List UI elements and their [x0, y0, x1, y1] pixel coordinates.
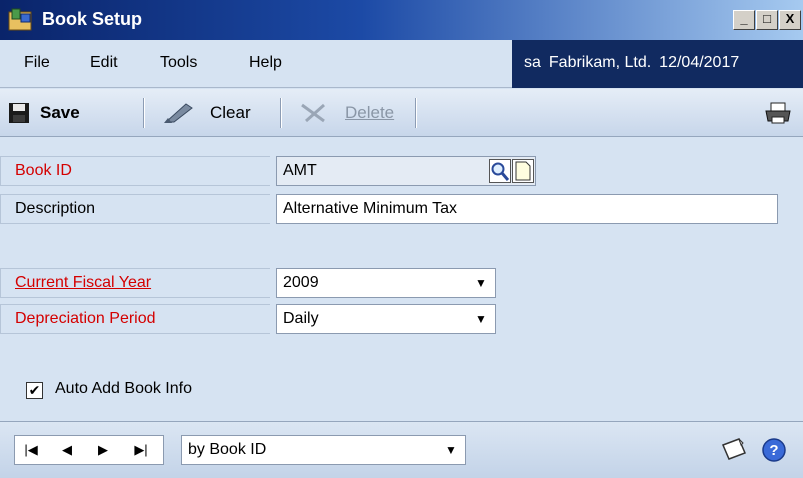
menu-edit[interactable]: Edit [90, 54, 118, 72]
previous-record-button[interactable]: ◀ [57, 442, 77, 458]
delete-icon[interactable] [296, 101, 332, 125]
maximize-button[interactable]: □ [756, 10, 778, 30]
first-record-button[interactable]: |◀ [21, 442, 41, 458]
title-bar[interactable]: Book Setup _ □ X [0, 0, 803, 40]
book-id-value: AMT [283, 162, 317, 179]
save-button[interactable]: Save [40, 103, 80, 123]
app-icon [8, 8, 32, 31]
lookup-button[interactable] [489, 159, 511, 183]
print-icon[interactable] [764, 101, 792, 125]
chevron-down-icon[interactable]: ▼ [470, 272, 492, 294]
delete-button[interactable]: Delete [345, 103, 394, 123]
auto-add-book-info-label[interactable]: Auto Add Book Info [55, 380, 192, 398]
new-document-icon [515, 161, 531, 181]
book-setup-window: Book Setup _ □ X File Edit Tools Help sa… [0, 0, 803, 478]
menu-tools[interactable]: Tools [160, 54, 197, 72]
close-button[interactable]: X [779, 10, 801, 30]
clear-button[interactable]: Clear [210, 103, 251, 123]
minimize-button[interactable]: _ [733, 10, 755, 30]
last-record-button[interactable]: ▶| [131, 442, 151, 458]
svg-text:?: ? [769, 442, 778, 459]
user-name: sa [524, 54, 541, 71]
magnifier-icon [491, 162, 510, 181]
menu-file[interactable]: File [24, 54, 50, 72]
user-info-panel[interactable]: sa Fabrikam, Ltd. 12/04/2017 [512, 40, 803, 88]
sort-order-select[interactable]: by Book ID ▼ [181, 435, 466, 465]
note-icon[interactable] [719, 437, 747, 463]
browse-bar: |◀ ◀ ▶ ▶| by Book ID ▼ ? [0, 421, 803, 478]
chevron-down-icon[interactable]: ▼ [470, 308, 492, 330]
new-book-button[interactable] [512, 159, 534, 183]
auto-add-book-info-checkbox[interactable]: ✔ [26, 382, 43, 399]
window-title: Book Setup [42, 9, 143, 29]
toolbar-divider [143, 98, 145, 128]
toolbar-divider [280, 98, 282, 128]
user-date: 12/04/2017 [659, 54, 740, 71]
depreciation-period-select[interactable]: Daily ▼ [276, 304, 496, 334]
menu-bar: File Edit Tools Help sa Fabrikam, Ltd. 12/… [0, 40, 803, 88]
book-setup-form: Book ID AMT Description Alternative Mini… [0, 138, 803, 421]
description-label: Description [0, 194, 270, 224]
description-input[interactable]: Alternative Minimum Tax [276, 194, 778, 224]
menu-help[interactable]: Help [249, 54, 282, 72]
current-fiscal-year-select[interactable]: 2009 ▼ [276, 268, 496, 298]
sort-order-value: by Book ID [188, 441, 267, 458]
depreciation-period-label: Depreciation Period [0, 304, 270, 334]
current-fiscal-year-link[interactable]: Current Fiscal Year [0, 268, 270, 298]
book-id-field[interactable]: AMT [276, 156, 536, 186]
book-id-label: Book ID [0, 156, 270, 186]
chevron-down-icon[interactable]: ▼ [440, 439, 462, 461]
save-icon[interactable] [8, 102, 30, 124]
depreciation-period-value: Daily [283, 310, 319, 327]
clear-icon[interactable] [160, 100, 200, 124]
next-record-button[interactable]: ▶ [93, 442, 113, 458]
toolbar-divider [415, 98, 417, 128]
record-navigator: |◀ ◀ ▶ ▶| [14, 435, 164, 465]
company-name: Fabrikam, Ltd. [548, 54, 652, 71]
current-fiscal-year-value: 2009 [283, 274, 319, 291]
help-icon[interactable]: ? [761, 437, 787, 463]
toolbar: Save Clear Delete [0, 89, 803, 137]
